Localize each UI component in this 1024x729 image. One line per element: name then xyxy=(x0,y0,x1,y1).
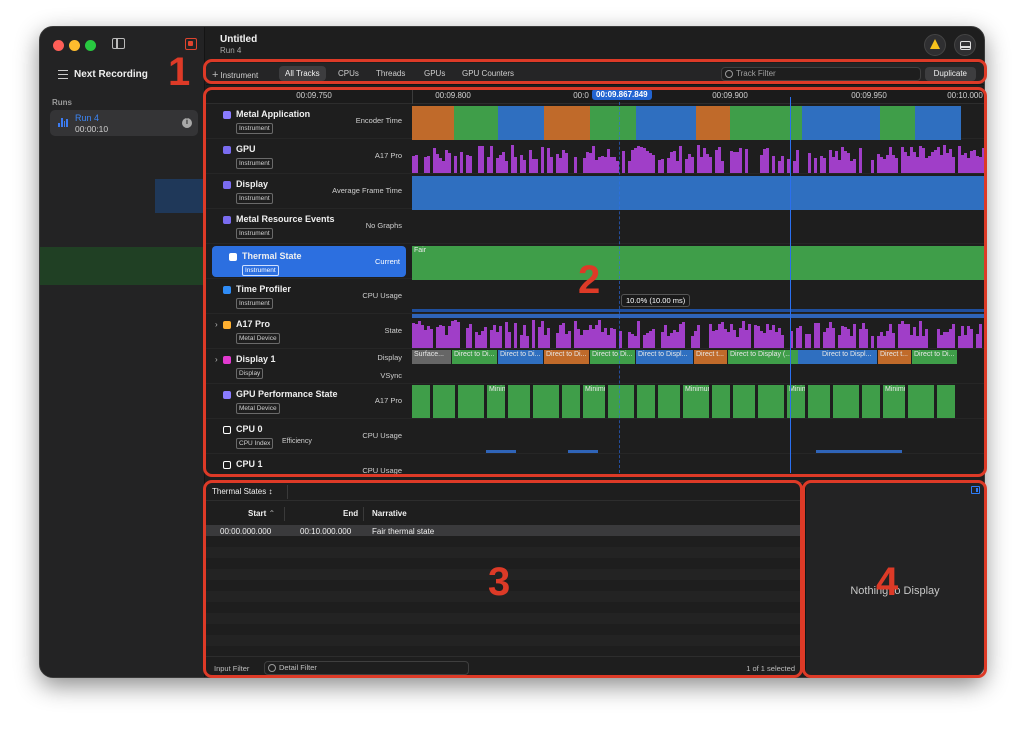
record-icon[interactable] xyxy=(185,38,197,50)
annotation-number-4: 4 xyxy=(876,560,899,604)
document-title: Untitled xyxy=(220,34,258,45)
minimize-window-button[interactable] xyxy=(69,40,80,51)
runs-header: Runs xyxy=(52,98,72,107)
document-subtitle: Run 4 xyxy=(220,46,242,55)
close-window-button[interactable] xyxy=(53,40,64,51)
next-recording-label: Next Recording xyxy=(74,69,148,80)
toggle-detail-panel-button[interactable] xyxy=(954,34,976,56)
title-bar: Untitled Run 4 xyxy=(206,27,984,61)
sidebar: Next Recording Runs Run 4 00:00:10 i xyxy=(40,27,205,677)
sidebar-ghost-blue xyxy=(155,179,205,213)
sidebar-ghost-green xyxy=(40,247,205,285)
annotation-number-3: 3 xyxy=(488,560,511,604)
info-icon[interactable]: i xyxy=(182,118,192,128)
panel-icon xyxy=(960,41,971,50)
run-item[interactable]: Run 4 00:00:10 i xyxy=(50,110,198,136)
chart-bars-icon xyxy=(58,118,68,127)
annotation-number-1: 1 xyxy=(168,50,191,94)
sidebar-toggle-icon[interactable] xyxy=(112,38,125,49)
annotation-box-1 xyxy=(203,59,987,84)
run-time: 00:00:10 xyxy=(75,124,109,134)
next-recording-button[interactable]: Next Recording xyxy=(58,69,148,80)
warning-icon xyxy=(930,39,940,49)
warning-button[interactable] xyxy=(924,34,946,56)
run-name: Run 4 xyxy=(75,113,100,123)
zoom-window-button[interactable] xyxy=(85,40,96,51)
list-icon xyxy=(58,70,68,79)
annotation-number-2: 2 xyxy=(578,258,601,302)
